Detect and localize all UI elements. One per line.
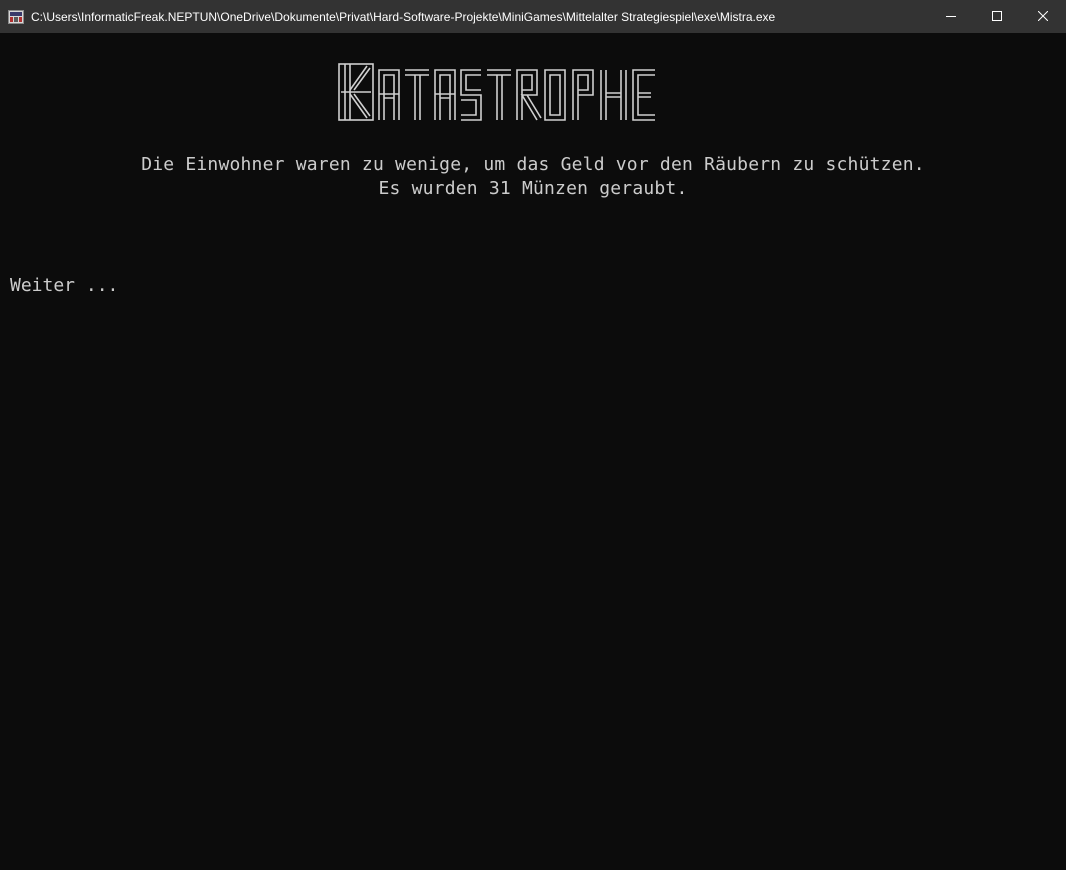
close-icon — [1037, 8, 1049, 26]
minimize-icon — [946, 8, 956, 26]
continue-prompt[interactable]: Weiter ... — [10, 275, 118, 296]
maximize-icon — [992, 8, 1002, 26]
console-output[interactable]: Die Einwohner waren zu wenige, um das Ge… — [0, 33, 1066, 870]
console-window: C:\Users\InformaticFreak.NEPTUN\OneDrive… — [0, 0, 1066, 870]
close-button[interactable] — [1020, 0, 1066, 33]
window-controls — [928, 0, 1066, 33]
title-bar[interactable]: C:\Users\InformaticFreak.NEPTUN\OneDrive… — [0, 0, 1066, 33]
window-title: C:\Users\InformaticFreak.NEPTUN\OneDrive… — [31, 9, 776, 24]
minimize-button[interactable] — [928, 0, 974, 33]
katastrophe-banner — [337, 62, 703, 122]
maximize-button[interactable] — [974, 0, 1020, 33]
message-line-2: Es wurden 31 Münzen geraubt. — [378, 178, 688, 199]
message-line-1: Die Einwohner waren zu wenige, um das Ge… — [141, 154, 925, 175]
console-app-icon — [8, 9, 24, 25]
